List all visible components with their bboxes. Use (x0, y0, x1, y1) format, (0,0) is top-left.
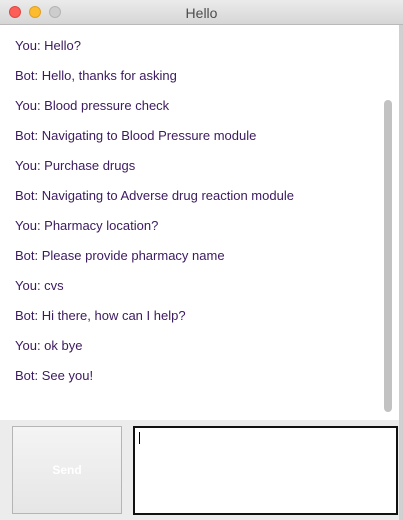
chat-message: Bot: See you! (15, 368, 94, 383)
vertical-scrollbar[interactable] (384, 28, 394, 418)
chat-message: Bot: Hi there, how can I help? (15, 308, 186, 323)
scrollbar-thumb[interactable] (384, 100, 392, 412)
window-title: Hello (185, 5, 218, 21)
chat-window: Hello You: Hello? Bot: Hello, thanks for… (0, 0, 403, 520)
message-list: You: Hello? Bot: Hello, thanks for askin… (15, 38, 379, 398)
chat-transcript[interactable]: You: Hello? Bot: Hello, thanks for askin… (0, 25, 399, 420)
title-bar[interactable]: Hello (0, 0, 403, 25)
chat-message: You: ok bye (15, 338, 83, 353)
window-edge (399, 25, 403, 520)
chat-message: Bot: Navigating to Adverse drug reaction… (15, 188, 294, 203)
chat-message: Bot: Hello, thanks for asking (15, 68, 177, 83)
chat-message: You: Blood pressure check (15, 98, 170, 113)
chat-message: You: cvs (15, 278, 64, 293)
chat-message: Bot: Navigating to Blood Pressure module (15, 128, 257, 143)
message-input[interactable] (133, 426, 398, 515)
chat-message: Bot: Please provide pharmacy name (15, 248, 225, 263)
chat-message: You: Pharmacy location? (15, 218, 159, 233)
chat-message: You: Purchase drugs (15, 158, 136, 173)
send-button[interactable]: Send (12, 426, 122, 514)
chat-message: You: Hello? (15, 38, 82, 53)
text-caret (139, 432, 140, 444)
